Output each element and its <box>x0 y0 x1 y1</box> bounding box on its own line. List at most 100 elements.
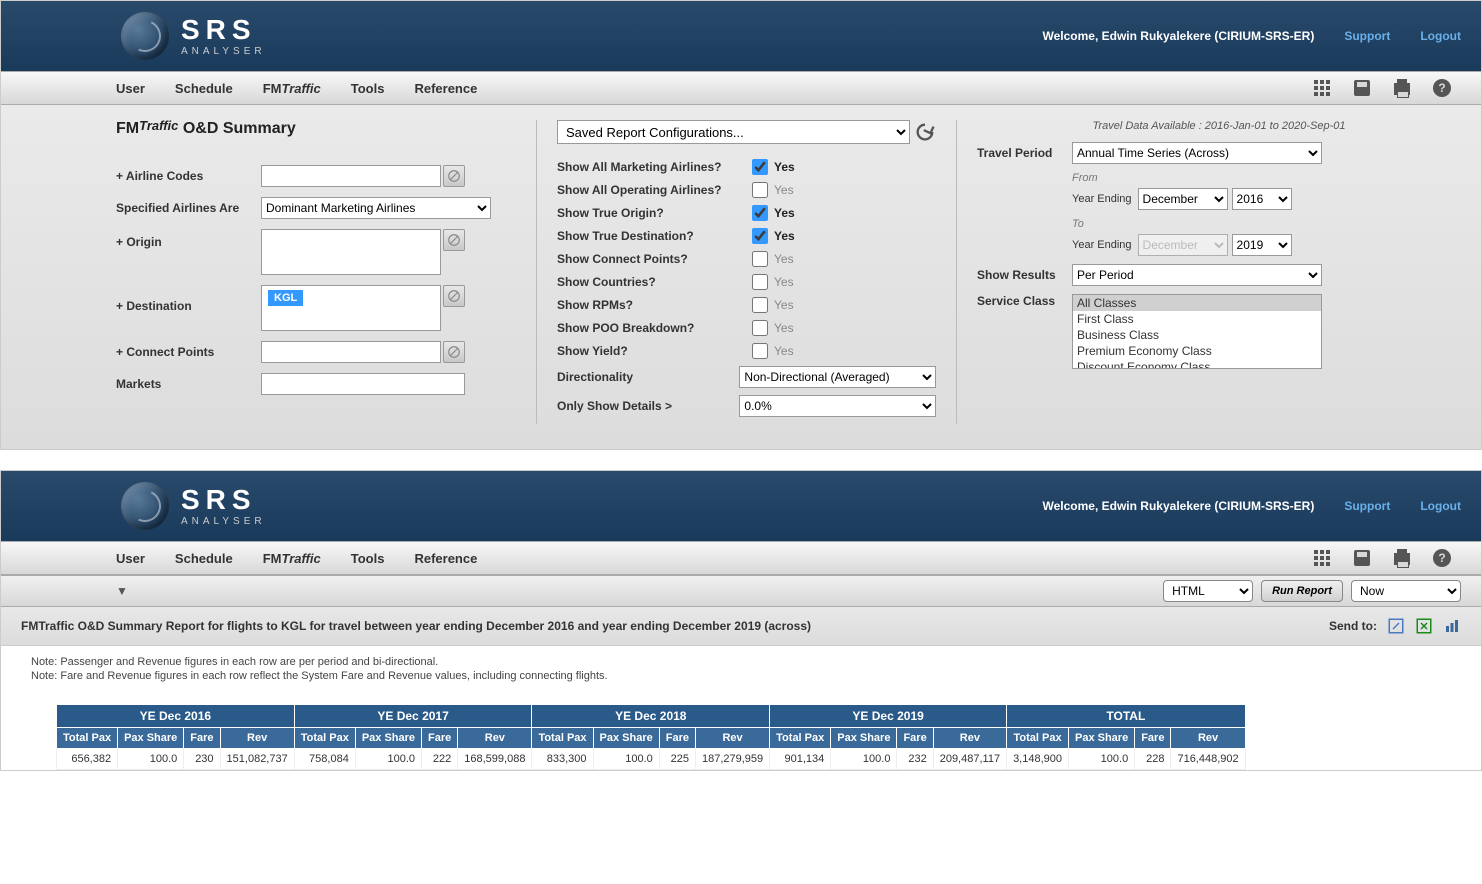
brand-sub: ANALYSER <box>181 516 266 527</box>
run-report-button[interactable]: Run Report <box>1261 580 1343 602</box>
markets-input[interactable] <box>261 373 465 395</box>
menu-tools[interactable]: Tools <box>351 551 385 566</box>
table-cell: 228 <box>1135 749 1171 770</box>
show-operating-check[interactable] <box>752 182 768 198</box>
yes-label: Yes <box>774 160 795 174</box>
directionality-label: Directionality <box>557 370 739 384</box>
logout-link[interactable]: Logout <box>1420 499 1461 513</box>
expand-toggle[interactable]: ▼ <box>116 584 128 598</box>
to-year-select[interactable]: 2019 <box>1232 234 1292 256</box>
title-rest: O&D Summary <box>178 120 295 137</box>
save-icon[interactable] <box>1353 549 1371 567</box>
saved-config-select[interactable]: Saved Report Configurations... <box>557 120 910 144</box>
table-cell: 100.0 <box>118 749 184 770</box>
logout-link[interactable]: Logout <box>1420 29 1461 43</box>
show-countries-label: Show Countries? <box>557 275 752 289</box>
clear-connect-points[interactable] <box>443 341 465 363</box>
yes-label: Yes <box>774 183 794 197</box>
from-year-select[interactable]: 2016 <box>1232 188 1292 210</box>
destination-chip-kgl[interactable]: KGL <box>268 290 303 306</box>
markets-label: Markets <box>116 377 261 391</box>
menu-fm-suffix: Traffic <box>282 551 321 566</box>
output-format-select[interactable]: HTML <box>1163 580 1253 602</box>
travel-period-select[interactable]: Annual Time Series (Across) <box>1072 142 1322 164</box>
show-results-select[interactable]: Per Period <box>1072 264 1322 286</box>
travel-data-note: Travel Data Available : 2016-Jan-01 to 2… <box>977 120 1461 132</box>
service-class-opt[interactable]: Business Class <box>1073 327 1321 343</box>
col-header: Pax Share <box>593 728 659 749</box>
print-icon[interactable] <box>1393 549 1411 567</box>
menu-reference[interactable]: Reference <box>414 551 477 566</box>
col-header: Total Pax <box>532 728 593 749</box>
destination-label[interactable]: + Destination <box>116 285 261 313</box>
clear-icon <box>447 233 461 247</box>
menu-fm-prefix: FM <box>263 81 282 96</box>
support-link[interactable]: Support <box>1344 29 1390 43</box>
edit-icon[interactable] <box>1387 617 1405 635</box>
show-true-dest-check[interactable] <box>752 228 768 244</box>
table-cell: 232 <box>897 749 933 770</box>
menu-fmtraffic[interactable]: FMTraffic <box>263 551 321 566</box>
print-icon[interactable] <box>1393 79 1411 97</box>
refresh-icon[interactable] <box>914 121 936 143</box>
specified-airlines-label: Specified Airlines Are <box>116 201 261 215</box>
service-class-listbox[interactable]: All Classes First Class Business Class P… <box>1072 294 1322 369</box>
connect-points-input[interactable] <box>261 341 441 363</box>
service-class-opt[interactable]: Premium Economy Class <box>1073 343 1321 359</box>
service-class-opt[interactable]: All Classes <box>1073 295 1321 311</box>
apps-icon[interactable] <box>1313 79 1331 97</box>
origin-label[interactable]: + Origin <box>116 229 261 249</box>
menu-fm-prefix: FM <box>263 551 282 566</box>
title-traffic: Traffic <box>139 118 178 133</box>
connect-points-label[interactable]: + Connect Points <box>116 345 261 359</box>
show-yield-check[interactable] <box>752 343 768 359</box>
yes-label: Yes <box>774 229 795 243</box>
menu-user[interactable]: User <box>116 81 145 96</box>
service-class-opt[interactable]: Discount Economy Class <box>1073 359 1321 369</box>
support-link[interactable]: Support <box>1344 499 1390 513</box>
show-rpms-check[interactable] <box>752 297 768 313</box>
menu-schedule[interactable]: Schedule <box>175 81 233 96</box>
menu-schedule[interactable]: Schedule <box>175 551 233 566</box>
clear-airline-codes[interactable] <box>443 165 465 187</box>
table-row: 656,382100.0230151,082,737758,084100.022… <box>57 749 1246 770</box>
run-when-select[interactable]: Now <box>1351 580 1461 602</box>
origin-input[interactable] <box>261 229 441 275</box>
airline-codes-input[interactable] <box>261 165 441 187</box>
destination-input[interactable]: KGL <box>261 285 441 331</box>
show-countries-check[interactable] <box>752 274 768 290</box>
show-marketing-check[interactable] <box>752 159 768 175</box>
table-cell: 222 <box>422 749 458 770</box>
menu-tools[interactable]: Tools <box>351 81 385 96</box>
col-header: Fare <box>659 728 695 749</box>
yes-label: Yes <box>774 206 795 220</box>
excel-icon[interactable] <box>1415 617 1433 635</box>
year-ending-to-label: Year Ending <box>1072 239 1132 251</box>
only-show-select[interactable]: 0.0% <box>739 395 936 417</box>
menu-fmtraffic[interactable]: FMTraffic <box>263 81 321 96</box>
clear-destination[interactable] <box>443 285 465 307</box>
directionality-select[interactable]: Non-Directional (Averaged) <box>739 366 936 388</box>
menu-reference[interactable]: Reference <box>414 81 477 96</box>
airline-codes-label[interactable]: + Airline Codes <box>116 169 261 183</box>
show-poo-check[interactable] <box>752 320 768 336</box>
col-group: YE Dec 2018 <box>532 705 770 728</box>
show-true-origin-check[interactable] <box>752 205 768 221</box>
menu-bar: User Schedule FMTraffic Tools Reference … <box>1 71 1481 105</box>
yes-label: Yes <box>774 344 794 358</box>
col-header: Rev <box>458 728 532 749</box>
from-month-select[interactable]: December <box>1138 188 1228 210</box>
clear-origin[interactable] <box>443 229 465 251</box>
apps-icon[interactable] <box>1313 549 1331 567</box>
help-icon[interactable]: ? <box>1433 79 1451 97</box>
chart-icon[interactable] <box>1443 617 1461 635</box>
show-connect-check[interactable] <box>752 251 768 267</box>
specified-airlines-select[interactable]: Dominant Marketing Airlines <box>261 197 491 219</box>
menu-user[interactable]: User <box>116 551 145 566</box>
menu-fm-suffix: Traffic <box>282 81 321 96</box>
col-group: YE Dec 2017 <box>294 705 532 728</box>
save-icon[interactable] <box>1353 79 1371 97</box>
service-class-opt[interactable]: First Class <box>1073 311 1321 327</box>
col-group: TOTAL <box>1007 705 1246 728</box>
help-icon[interactable]: ? <box>1433 549 1451 567</box>
